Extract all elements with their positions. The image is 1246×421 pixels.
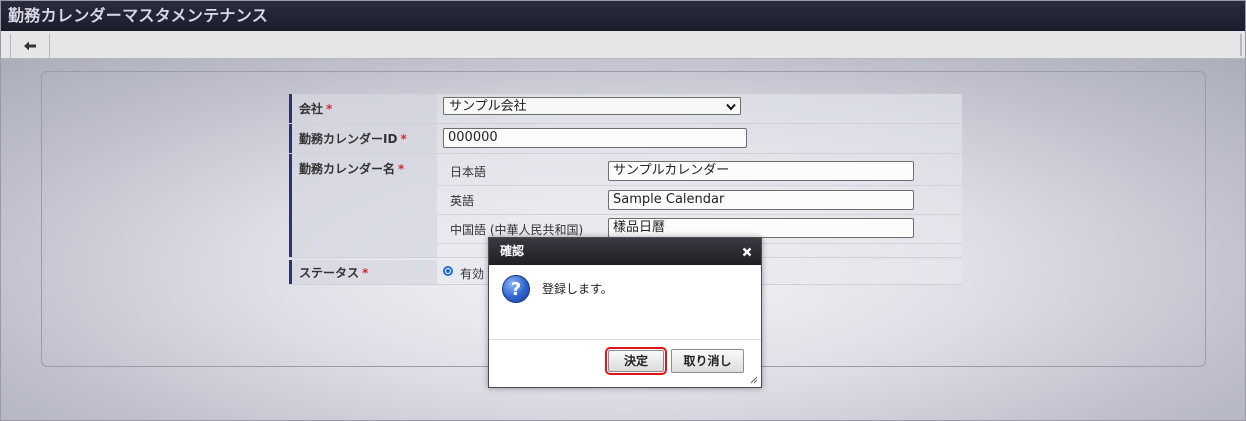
status-active-label[interactable]: 有効 [460, 265, 484, 282]
chevron-down-icon [726, 99, 736, 117]
calendar-id-value-cell: 000000 [437, 124, 962, 153]
required-mark: * [362, 266, 369, 280]
dialog-message: 登録します。 [542, 282, 613, 296]
dialog-header: 確認 [489, 238, 761, 265]
company-label: 会社 * [289, 94, 437, 123]
question-icon: ? [502, 275, 530, 303]
confirm-dialog: 確認 ? 登録します。 決定 取り消し [488, 237, 762, 388]
lang-row-ja: 日本語 サンプルカレンダー [437, 156, 962, 186]
confirm-button[interactable]: 決定 [605, 347, 667, 375]
back-button[interactable] [10, 34, 50, 58]
status-label: ステータス * [289, 260, 437, 284]
calendar-id-label: 勤務カレンダーID * [289, 124, 437, 153]
calendar-name-en-input[interactable]: Sample Calendar [608, 190, 914, 210]
dialog-title: 確認 [500, 244, 525, 258]
status-active-radio[interactable] [443, 266, 453, 276]
lang-label-ja: 日本語 [450, 165, 487, 179]
calendar-id-label-text: 勤務カレンダーID [299, 132, 398, 146]
status-label-text: ステータス [299, 266, 360, 280]
required-mark: * [326, 102, 333, 116]
company-row: 会社 * サンプル会社 [289, 94, 962, 124]
calendar-id-row: 勤務カレンダーID * 000000 [289, 124, 962, 154]
resize-grip-icon[interactable] [750, 376, 758, 384]
dialog-divider [489, 339, 761, 340]
company-select-value: サンプル会社 [449, 99, 527, 114]
company-select[interactable]: サンプル会社 [443, 97, 741, 115]
page-title: 勤務カレンダーマスタメンテナンス [1, 1, 1245, 31]
calendar-name-label: 勤務カレンダー名 * [289, 154, 437, 257]
lang-label-en: 英語 [450, 194, 475, 208]
calendar-name-label-text: 勤務カレンダー名 [299, 162, 396, 176]
toolbar [1, 31, 1245, 59]
lang-row-en: 英語 Sample Calendar [437, 185, 962, 215]
company-value-cell: サンプル会社 [437, 94, 962, 123]
calendar-id-input[interactable]: 000000 [443, 128, 747, 148]
calendar-name-ja-input[interactable]: サンプルカレンダー [608, 161, 914, 181]
arrow-left-icon [24, 41, 36, 51]
app-window: 勤務カレンダーマスタメンテナンス 会社 * サンプル会社 勤務カレンダーID *… [0, 0, 1246, 421]
cancel-button[interactable]: 取り消し [671, 349, 744, 373]
lang-label-zh: 中国語 (中華人民共和国) [450, 223, 584, 237]
toolbar-scrollbar[interactable] [1240, 34, 1242, 56]
calendar-name-zh-input[interactable]: 樣品日曆 [608, 218, 914, 238]
required-mark: * [398, 162, 405, 176]
required-mark: * [400, 132, 407, 146]
company-label-text: 会社 [299, 102, 324, 116]
close-icon[interactable] [742, 238, 752, 264]
